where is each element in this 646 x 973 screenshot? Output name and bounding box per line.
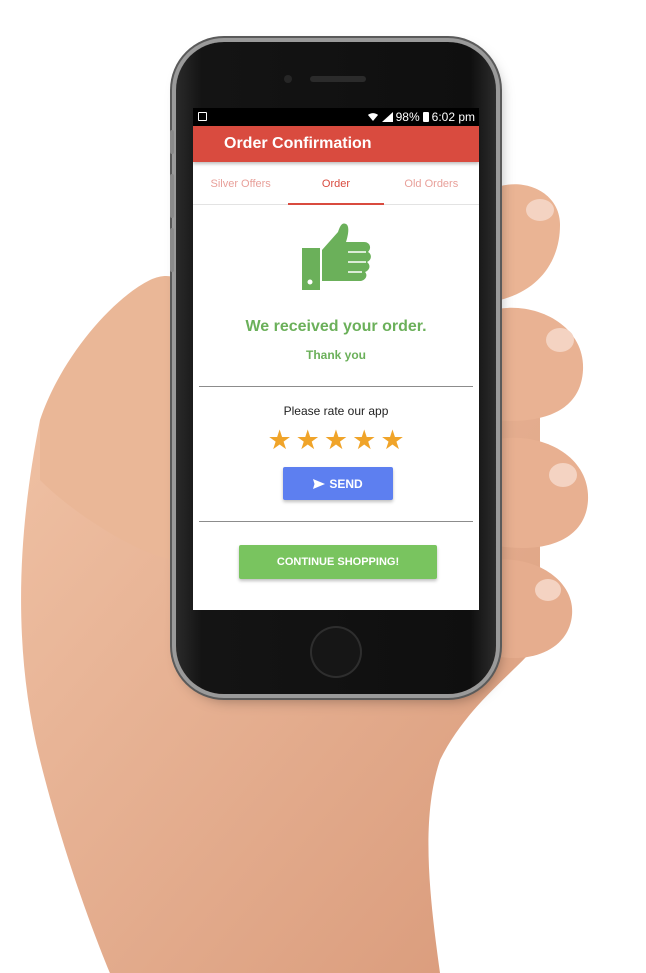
app-bar: Order Confirmation [193, 126, 479, 162]
signal-icon [381, 112, 393, 122]
status-time: 6:02 pm [431, 110, 475, 124]
status-bar: 98% 6:02 pm [193, 108, 479, 126]
divider [199, 521, 473, 522]
send-icon [313, 478, 326, 489]
earpiece-speaker [310, 76, 366, 82]
wifi-icon [367, 113, 378, 121]
battery-percent: 98% [395, 110, 420, 124]
send-rating-button[interactable]: SEND [283, 467, 393, 500]
confirmation-graphic [298, 220, 374, 296]
star-icon[interactable]: ★ [296, 426, 320, 456]
rate-app-label: Please rate our app [283, 404, 389, 418]
star-icon[interactable]: ★ [380, 426, 404, 456]
tab-old-orders[interactable]: Old Orders [384, 164, 479, 204]
battery-icon [422, 112, 429, 122]
page-title: Order Confirmation [224, 135, 372, 152]
app-screen: 98% 6:02 pm Order Confirmation Silver Of… [193, 108, 479, 610]
divider [199, 386, 473, 387]
thank-you-text: Thank you [305, 348, 366, 362]
tab-bar: Silver Offers Order Old Orders [193, 164, 479, 205]
star-rating[interactable]: ★ ★ ★ ★ ★ [193, 426, 479, 456]
front-camera [284, 75, 292, 83]
continue-shopping-button[interactable]: CONTINUE SHOPPING! [239, 545, 437, 579]
star-icon[interactable]: ★ [267, 426, 291, 456]
mute-switch [170, 130, 174, 154]
tab-order[interactable]: Order [288, 164, 384, 205]
volume-down-button [170, 228, 174, 272]
send-label: SEND [329, 476, 363, 491]
scene: 98% 6:02 pm Order Confirmation Silver Of… [0, 0, 646, 973]
volume-up-button [170, 174, 174, 218]
status-right-group: 98% 6:02 pm [367, 108, 475, 126]
star-icon[interactable]: ★ [324, 426, 348, 456]
phone-device: 98% 6:02 pm Order Confirmation Silver Of… [170, 42, 496, 694]
thumbs-up-icon [302, 223, 371, 290]
screenshot-icon [198, 112, 207, 121]
order-received-message: We received your order. [245, 318, 427, 335]
star-icon[interactable]: ★ [352, 426, 376, 456]
tab-silver-offers[interactable]: Silver Offers [193, 164, 288, 204]
home-button[interactable] [310, 626, 362, 678]
